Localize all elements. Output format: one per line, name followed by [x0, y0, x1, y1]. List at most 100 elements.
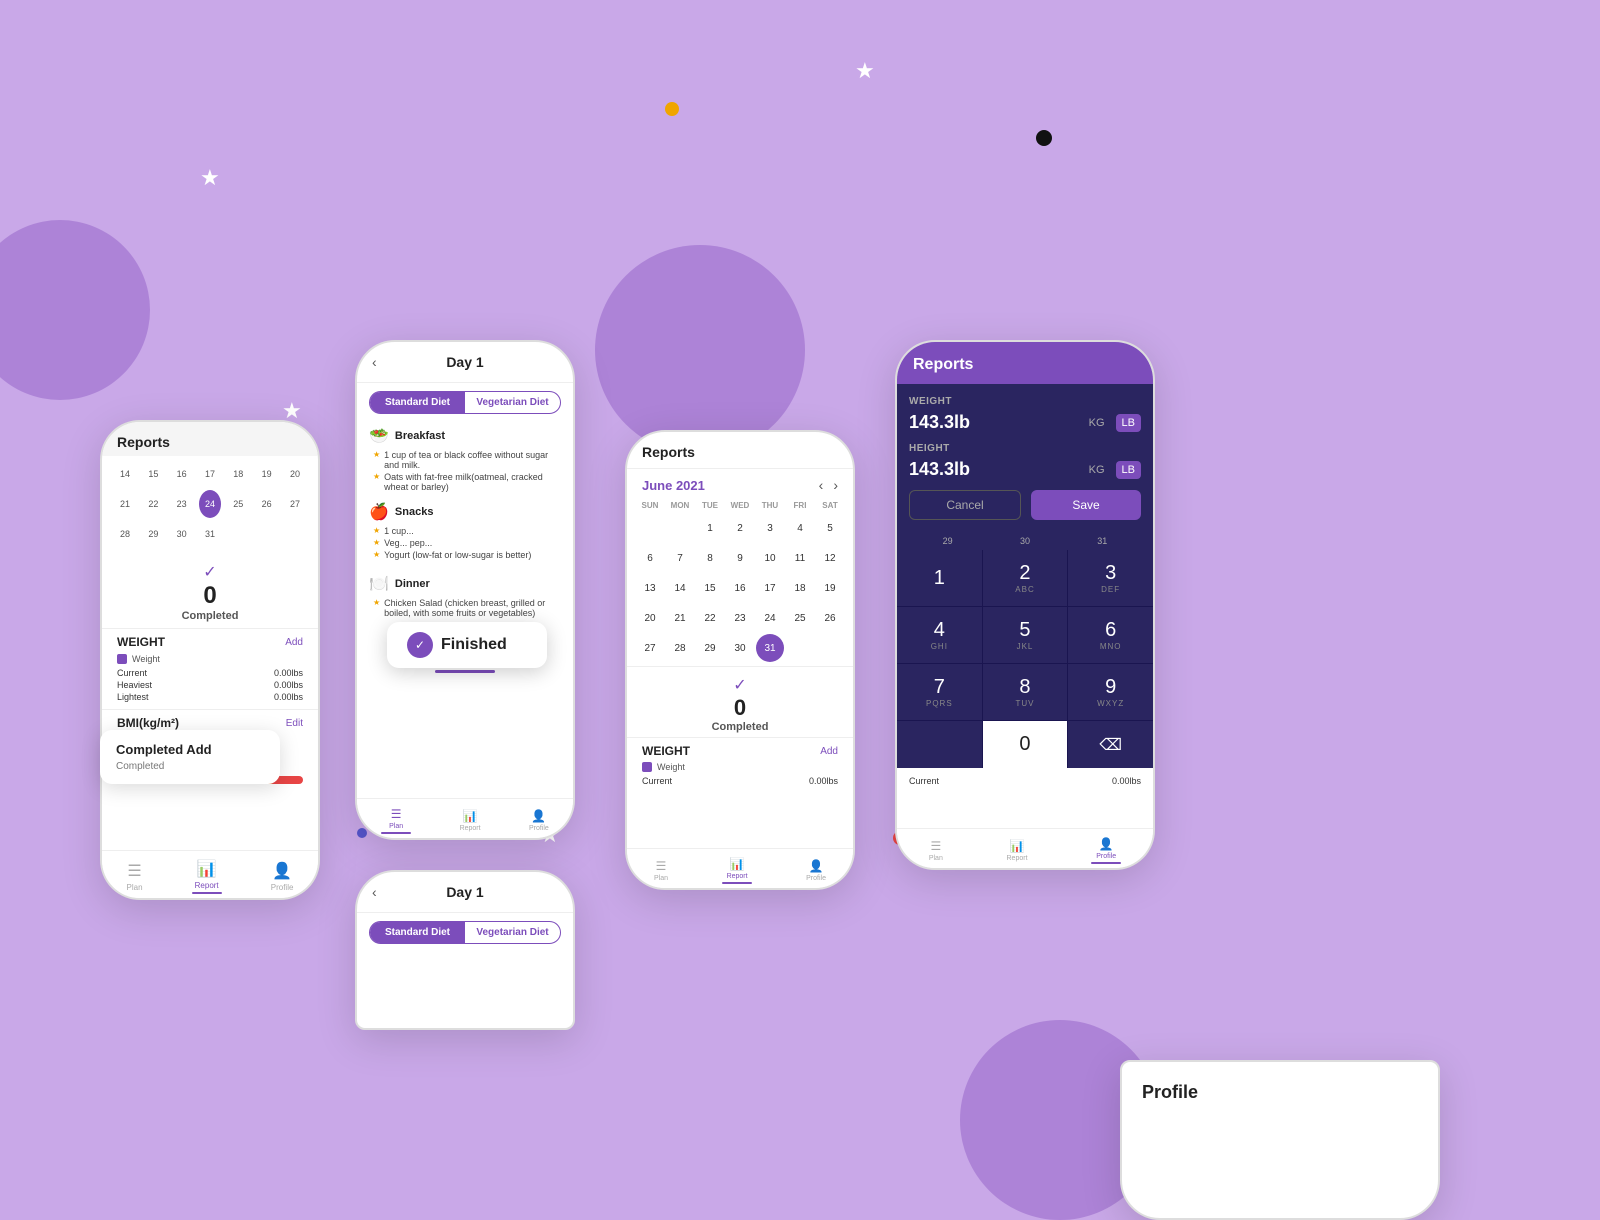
cal-cell[interactable]: 28 — [114, 520, 136, 548]
nav-report[interactable]: 📊 Report — [1007, 839, 1028, 862]
cal-cell[interactable]: 26 — [256, 490, 278, 518]
save-button[interactable]: Save — [1031, 490, 1141, 520]
phone2-back-button[interactable]: ‹ — [372, 354, 377, 370]
cal-cell[interactable]: 18 — [786, 574, 814, 602]
cal-cell[interactable]: 16 — [726, 574, 754, 602]
cal-cell[interactable]: 9 — [726, 544, 754, 572]
cal-cell[interactable]: 23 — [171, 490, 193, 518]
nav-plan[interactable]: ☰ Plan — [654, 859, 668, 882]
key-0[interactable]: 0 — [983, 721, 1068, 768]
cal-cell[interactable]: 12 — [816, 544, 844, 572]
phone2-nav: ☰ Plan 📊 Report 👤 Profile — [357, 798, 573, 838]
nav-profile[interactable]: 👤 Profile — [529, 809, 549, 832]
cal-cell[interactable]: 15 — [142, 460, 164, 488]
cal-cell[interactable]: 10 — [756, 544, 784, 572]
cal-partial-cell[interactable]: 31 — [1090, 536, 1114, 546]
cal-cell[interactable]: 29 — [142, 520, 164, 548]
cal-cell[interactable]: 19 — [816, 574, 844, 602]
cal-cell[interactable]: 18 — [227, 460, 249, 488]
key-8[interactable]: 8TUV — [983, 664, 1068, 720]
nav-profile[interactable]: 👤 Profile — [271, 861, 294, 892]
cal-cell[interactable]: 22 — [696, 604, 724, 632]
weight-kg-button[interactable]: KG — [1084, 414, 1110, 432]
plan-icon: ☰ — [930, 839, 941, 853]
cal-partial-cell[interactable]: 29 — [936, 536, 960, 546]
nav-profile[interactable]: 👤 Profile — [1091, 837, 1121, 864]
cal-cell[interactable]: 22 — [142, 490, 164, 518]
tab-vegetarian-diet[interactable]: Vegetarian Diet — [465, 922, 560, 943]
nav-report[interactable]: 📊 Report — [460, 809, 481, 832]
cancel-button[interactable]: Cancel — [909, 490, 1021, 520]
key-3[interactable]: 3DEF — [1068, 550, 1153, 606]
meal-text: Veg... pep... — [384, 538, 432, 548]
next-month-button[interactable]: › — [833, 477, 838, 493]
prev-month-button[interactable]: ‹ — [819, 477, 824, 493]
cal-cell[interactable]: 3 — [756, 514, 784, 542]
cal-cell-selected[interactable]: 24 — [199, 490, 221, 518]
finished-popup: ✓ Finished — [387, 622, 547, 668]
cal-cell[interactable]: 29 — [696, 634, 724, 662]
cal-cell[interactable]: 30 — [171, 520, 193, 548]
cal-cell-selected[interactable]: 31 — [756, 634, 784, 662]
cal-cell[interactable]: 25 — [227, 490, 249, 518]
cal-cell[interactable]: 11 — [786, 544, 814, 572]
cal-cell[interactable]: 27 — [636, 634, 664, 662]
cal-cell[interactable]: 15 — [696, 574, 724, 602]
cal-cell[interactable]: 4 — [786, 514, 814, 542]
height-kg-button[interactable]: KG — [1084, 461, 1110, 479]
cal-cell[interactable]: 30 — [726, 634, 754, 662]
tab-vegetarian-diet[interactable]: Vegetarian Diet — [465, 392, 560, 413]
key-7[interactable]: 7PQRS — [897, 664, 982, 720]
nav-plan[interactable]: ☰ Plan — [929, 839, 943, 862]
key-4[interactable]: 4GHI — [897, 607, 982, 663]
nav-profile[interactable]: 👤 Profile — [806, 859, 826, 882]
cal-partial-cell[interactable]: 30 — [1013, 536, 1037, 546]
cal-cell[interactable]: 19 — [256, 460, 278, 488]
bmi-edit-button[interactable]: Edit — [286, 718, 303, 729]
nav-plan[interactable]: ☰ Plan — [127, 861, 143, 892]
tab-standard-diet[interactable]: Standard Diet — [370, 922, 465, 943]
key-1[interactable]: 1 — [897, 550, 982, 606]
key-5[interactable]: 5JKL — [983, 607, 1068, 663]
cal-cell[interactable]: 13 — [636, 574, 664, 602]
cal-cell[interactable]: 17 — [756, 574, 784, 602]
add-button[interactable]: Add — [820, 746, 838, 757]
cal-cell[interactable]: 14 — [666, 574, 694, 602]
cal-cell[interactable]: 1 — [696, 514, 724, 542]
cal-cell[interactable]: 23 — [726, 604, 754, 632]
cal-cell[interactable]: 31 — [199, 520, 221, 548]
nav-report[interactable]: 📊 Report — [192, 859, 222, 894]
cal-cell[interactable]: 20 — [636, 604, 664, 632]
add-button[interactable]: Add — [285, 637, 303, 648]
phone5-back-button[interactable]: ‹ — [372, 884, 377, 900]
cal-cell[interactable]: 16 — [171, 460, 193, 488]
cal-cell[interactable]: 21 — [114, 490, 136, 518]
key-9[interactable]: 9WXYZ — [1068, 664, 1153, 720]
cal-cell[interactable]: 7 — [666, 544, 694, 572]
cal-cell[interactable]: 8 — [696, 544, 724, 572]
cal-cell[interactable]: 17 — [199, 460, 221, 488]
cal-cell[interactable]: 14 — [114, 460, 136, 488]
nav-report[interactable]: 📊 Report — [722, 857, 752, 884]
weight-lb-button[interactable]: LB — [1116, 414, 1141, 432]
cal-cell[interactable]: 24 — [756, 604, 784, 632]
cal-cell[interactable]: 26 — [816, 604, 844, 632]
cal-cell[interactable]: 25 — [786, 604, 814, 632]
cal-cell[interactable]: 21 — [666, 604, 694, 632]
cal-cell[interactable]: 5 — [816, 514, 844, 542]
cal-cell-empty — [786, 634, 814, 662]
tab-standard-diet[interactable]: Standard Diet — [370, 392, 465, 413]
day-mon: MON — [666, 501, 694, 510]
nav-plan[interactable]: ☰ Plan — [381, 807, 411, 834]
key-6[interactable]: 6MNO — [1068, 607, 1153, 663]
height-lb-button[interactable]: LB — [1116, 461, 1141, 479]
key-backspace[interactable]: ⌫ — [1068, 721, 1153, 768]
weight-field-label: WEIGHT — [909, 396, 1141, 407]
nav-underline — [192, 892, 222, 894]
cal-cell[interactable]: 2 — [726, 514, 754, 542]
key-2[interactable]: 2ABC — [983, 550, 1068, 606]
cal-cell[interactable]: 27 — [284, 490, 306, 518]
cal-cell[interactable]: 20 — [284, 460, 306, 488]
cal-cell[interactable]: 6 — [636, 544, 664, 572]
cal-cell[interactable]: 28 — [666, 634, 694, 662]
